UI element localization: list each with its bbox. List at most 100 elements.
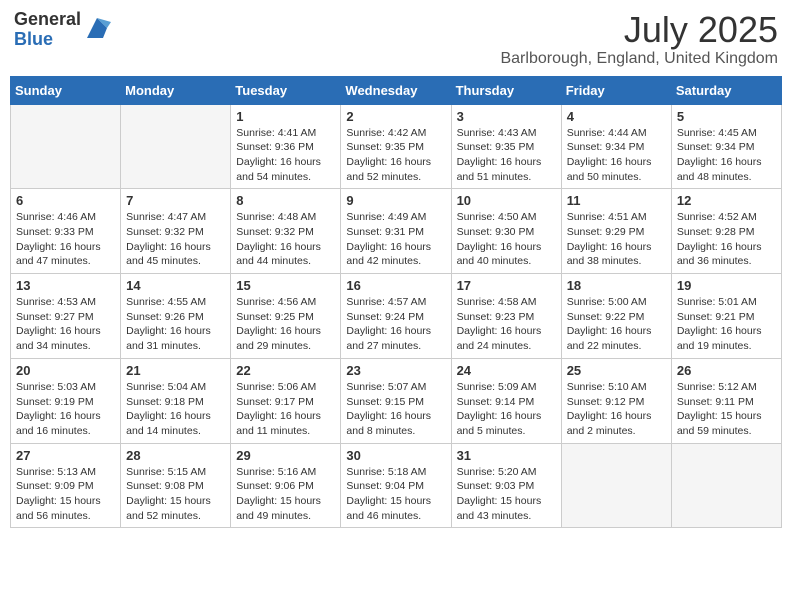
month-title: July 2025 xyxy=(500,10,778,50)
calendar-cell: 26Sunrise: 5:12 AMSunset: 9:11 PMDayligh… xyxy=(671,358,781,443)
calendar-week-row: 27 Sunrise: 5:13 AMSunset: 9:09 PMDayligh… xyxy=(11,443,782,528)
calendar-cell: 19Sunrise: 5:01 AMSunset: 9:21 PMDayligh… xyxy=(671,274,781,359)
calendar-week-row: 20 Sunrise: 5:03 AMSunset: 9:19 PMDayligh… xyxy=(11,358,782,443)
day-info: Sunrise: 5:09 AMSunset: 9:14 PMDaylight:… xyxy=(457,380,556,439)
logo-text: General Blue xyxy=(14,10,81,50)
calendar-cell: 3 Sunrise: 4:43 AMSunset: 9:35 PMDaylight… xyxy=(451,104,561,189)
day-info: Sunrise: 5:10 AMSunset: 9:12 PMDaylight:… xyxy=(567,380,666,439)
calendar-week-row: 6 Sunrise: 4:46 AMSunset: 9:33 PMDaylight… xyxy=(11,189,782,274)
calendar-cell: 23 Sunrise: 5:07 AMSunset: 9:15 PMDayligh… xyxy=(341,358,451,443)
calendar-cell xyxy=(671,443,781,528)
calendar-cell: 6 Sunrise: 4:46 AMSunset: 9:33 PMDaylight… xyxy=(11,189,121,274)
day-number: 24 xyxy=(457,363,556,378)
day-number: 26 xyxy=(677,363,776,378)
day-number: 21 xyxy=(126,363,225,378)
day-number: 23 xyxy=(346,363,445,378)
day-info: Sunrise: 4:45 AMSunset: 9:34 PMDaylight:… xyxy=(677,126,776,185)
calendar-week-row: 13 Sunrise: 4:53 AMSunset: 9:27 PMDayligh… xyxy=(11,274,782,359)
calendar-cell: 22Sunrise: 5:06 AMSunset: 9:17 PMDayligh… xyxy=(231,358,341,443)
calendar-cell: 7Sunrise: 4:47 AMSunset: 9:32 PMDaylight… xyxy=(121,189,231,274)
calendar-cell: 17Sunrise: 4:58 AMSunset: 9:23 PMDayligh… xyxy=(451,274,561,359)
day-number: 28 xyxy=(126,448,225,463)
calendar-cell: 28 Sunrise: 5:15 AMSunset: 9:08 PMDayligh… xyxy=(121,443,231,528)
logo: General Blue xyxy=(14,10,111,50)
day-info: Sunrise: 5:20 AMSunset: 9:03 PMDaylight:… xyxy=(457,465,556,524)
header: General Blue July 2025 Barlborough, Engl… xyxy=(10,10,782,68)
calendar-cell: 29Sunrise: 5:16 AMSunset: 9:06 PMDayligh… xyxy=(231,443,341,528)
day-info: Sunrise: 5:07 AMSunset: 9:15 PMDaylight:… xyxy=(346,380,445,439)
calendar-cell: 21 Sunrise: 5:04 AMSunset: 9:18 PMDayligh… xyxy=(121,358,231,443)
day-number: 11 xyxy=(567,193,666,208)
day-number: 13 xyxy=(16,278,115,293)
logo-icon xyxy=(83,14,111,42)
day-info: Sunrise: 4:48 AMSunset: 9:32 PMDaylight:… xyxy=(236,210,335,269)
calendar-cell: 15 Sunrise: 4:56 AMSunset: 9:25 PMDayligh… xyxy=(231,274,341,359)
location: Barlborough, England, United Kingdom xyxy=(500,50,778,68)
day-number: 19 xyxy=(677,278,776,293)
calendar-cell: 2 Sunrise: 4:42 AMSunset: 9:35 PMDaylight… xyxy=(341,104,451,189)
calendar-cell: 4Sunrise: 4:44 AMSunset: 9:34 PMDaylight… xyxy=(561,104,671,189)
weekday-header-row: SundayMondayTuesdayWednesdayThursdayFrid… xyxy=(11,76,782,104)
calendar-cell: 18Sunrise: 5:00 AMSunset: 9:22 PMDayligh… xyxy=(561,274,671,359)
day-info: Sunrise: 5:00 AMSunset: 9:22 PMDaylight:… xyxy=(567,295,666,354)
day-info: Sunrise: 4:42 AMSunset: 9:35 PMDaylight:… xyxy=(346,126,445,185)
day-number: 9 xyxy=(346,193,445,208)
calendar-cell: 20 Sunrise: 5:03 AMSunset: 9:19 PMDayligh… xyxy=(11,358,121,443)
title-block: July 2025 Barlborough, England, United K… xyxy=(500,10,778,68)
day-number: 30 xyxy=(346,448,445,463)
day-info: Sunrise: 5:13 AMSunset: 9:09 PMDaylight:… xyxy=(16,465,115,524)
calendar-cell xyxy=(561,443,671,528)
calendar-cell: 16 Sunrise: 4:57 AMSunset: 9:24 PMDayligh… xyxy=(341,274,451,359)
day-number: 17 xyxy=(457,278,556,293)
day-number: 16 xyxy=(346,278,445,293)
day-info: Sunrise: 4:43 AMSunset: 9:35 PMDaylight:… xyxy=(457,126,556,185)
weekday-header-saturday: Saturday xyxy=(671,76,781,104)
day-number: 10 xyxy=(457,193,556,208)
day-info: Sunrise: 4:46 AMSunset: 9:33 PMDaylight:… xyxy=(16,210,115,269)
day-number: 14 xyxy=(126,278,225,293)
calendar-cell: 24 Sunrise: 5:09 AMSunset: 9:14 PMDayligh… xyxy=(451,358,561,443)
calendar-cell xyxy=(11,104,121,189)
day-info: Sunrise: 4:55 AMSunset: 9:26 PMDaylight:… xyxy=(126,295,225,354)
day-info: Sunrise: 4:56 AMSunset: 9:25 PMDaylight:… xyxy=(236,295,335,354)
logo-blue: Blue xyxy=(14,30,81,50)
day-number: 25 xyxy=(567,363,666,378)
calendar-cell: 11Sunrise: 4:51 AMSunset: 9:29 PMDayligh… xyxy=(561,189,671,274)
calendar-cell: 27 Sunrise: 5:13 AMSunset: 9:09 PMDayligh… xyxy=(11,443,121,528)
day-number: 8 xyxy=(236,193,335,208)
day-number: 27 xyxy=(16,448,115,463)
weekday-header-wednesday: Wednesday xyxy=(341,76,451,104)
day-number: 20 xyxy=(16,363,115,378)
calendar-cell: 14 Sunrise: 4:55 AMSunset: 9:26 PMDayligh… xyxy=(121,274,231,359)
day-info: Sunrise: 4:49 AMSunset: 9:31 PMDaylight:… xyxy=(346,210,445,269)
day-number: 22 xyxy=(236,363,335,378)
calendar-cell: 31 Sunrise: 5:20 AMSunset: 9:03 PMDayligh… xyxy=(451,443,561,528)
day-number: 4 xyxy=(567,109,666,124)
day-number: 5 xyxy=(677,109,776,124)
weekday-header-monday: Monday xyxy=(121,76,231,104)
day-info: Sunrise: 4:57 AMSunset: 9:24 PMDaylight:… xyxy=(346,295,445,354)
day-info: Sunrise: 4:52 AMSunset: 9:28 PMDaylight:… xyxy=(677,210,776,269)
day-number: 12 xyxy=(677,193,776,208)
day-info: Sunrise: 5:15 AMSunset: 9:08 PMDaylight:… xyxy=(126,465,225,524)
day-info: Sunrise: 5:04 AMSunset: 9:18 PMDaylight:… xyxy=(126,380,225,439)
calendar-cell: 9 Sunrise: 4:49 AMSunset: 9:31 PMDaylight… xyxy=(341,189,451,274)
calendar-cell: 30Sunrise: 5:18 AMSunset: 9:04 PMDayligh… xyxy=(341,443,451,528)
calendar-cell: 25 Sunrise: 5:10 AMSunset: 9:12 PMDayligh… xyxy=(561,358,671,443)
day-info: Sunrise: 4:53 AMSunset: 9:27 PMDaylight:… xyxy=(16,295,115,354)
day-info: Sunrise: 5:03 AMSunset: 9:19 PMDaylight:… xyxy=(16,380,115,439)
day-number: 29 xyxy=(236,448,335,463)
weekday-header-friday: Friday xyxy=(561,76,671,104)
calendar-cell: 13 Sunrise: 4:53 AMSunset: 9:27 PMDayligh… xyxy=(11,274,121,359)
calendar-cell: 12 Sunrise: 4:52 AMSunset: 9:28 PMDayligh… xyxy=(671,189,781,274)
day-number: 31 xyxy=(457,448,556,463)
calendar-cell: 10 Sunrise: 4:50 AMSunset: 9:30 PMDayligh… xyxy=(451,189,561,274)
day-number: 2 xyxy=(346,109,445,124)
weekday-header-thursday: Thursday xyxy=(451,76,561,104)
day-number: 6 xyxy=(16,193,115,208)
day-info: Sunrise: 4:50 AMSunset: 9:30 PMDaylight:… xyxy=(457,210,556,269)
calendar-cell: 8 Sunrise: 4:48 AMSunset: 9:32 PMDaylight… xyxy=(231,189,341,274)
day-number: 15 xyxy=(236,278,335,293)
day-number: 3 xyxy=(457,109,556,124)
calendar-week-row: 1Sunrise: 4:41 AMSunset: 9:36 PMDaylight… xyxy=(11,104,782,189)
